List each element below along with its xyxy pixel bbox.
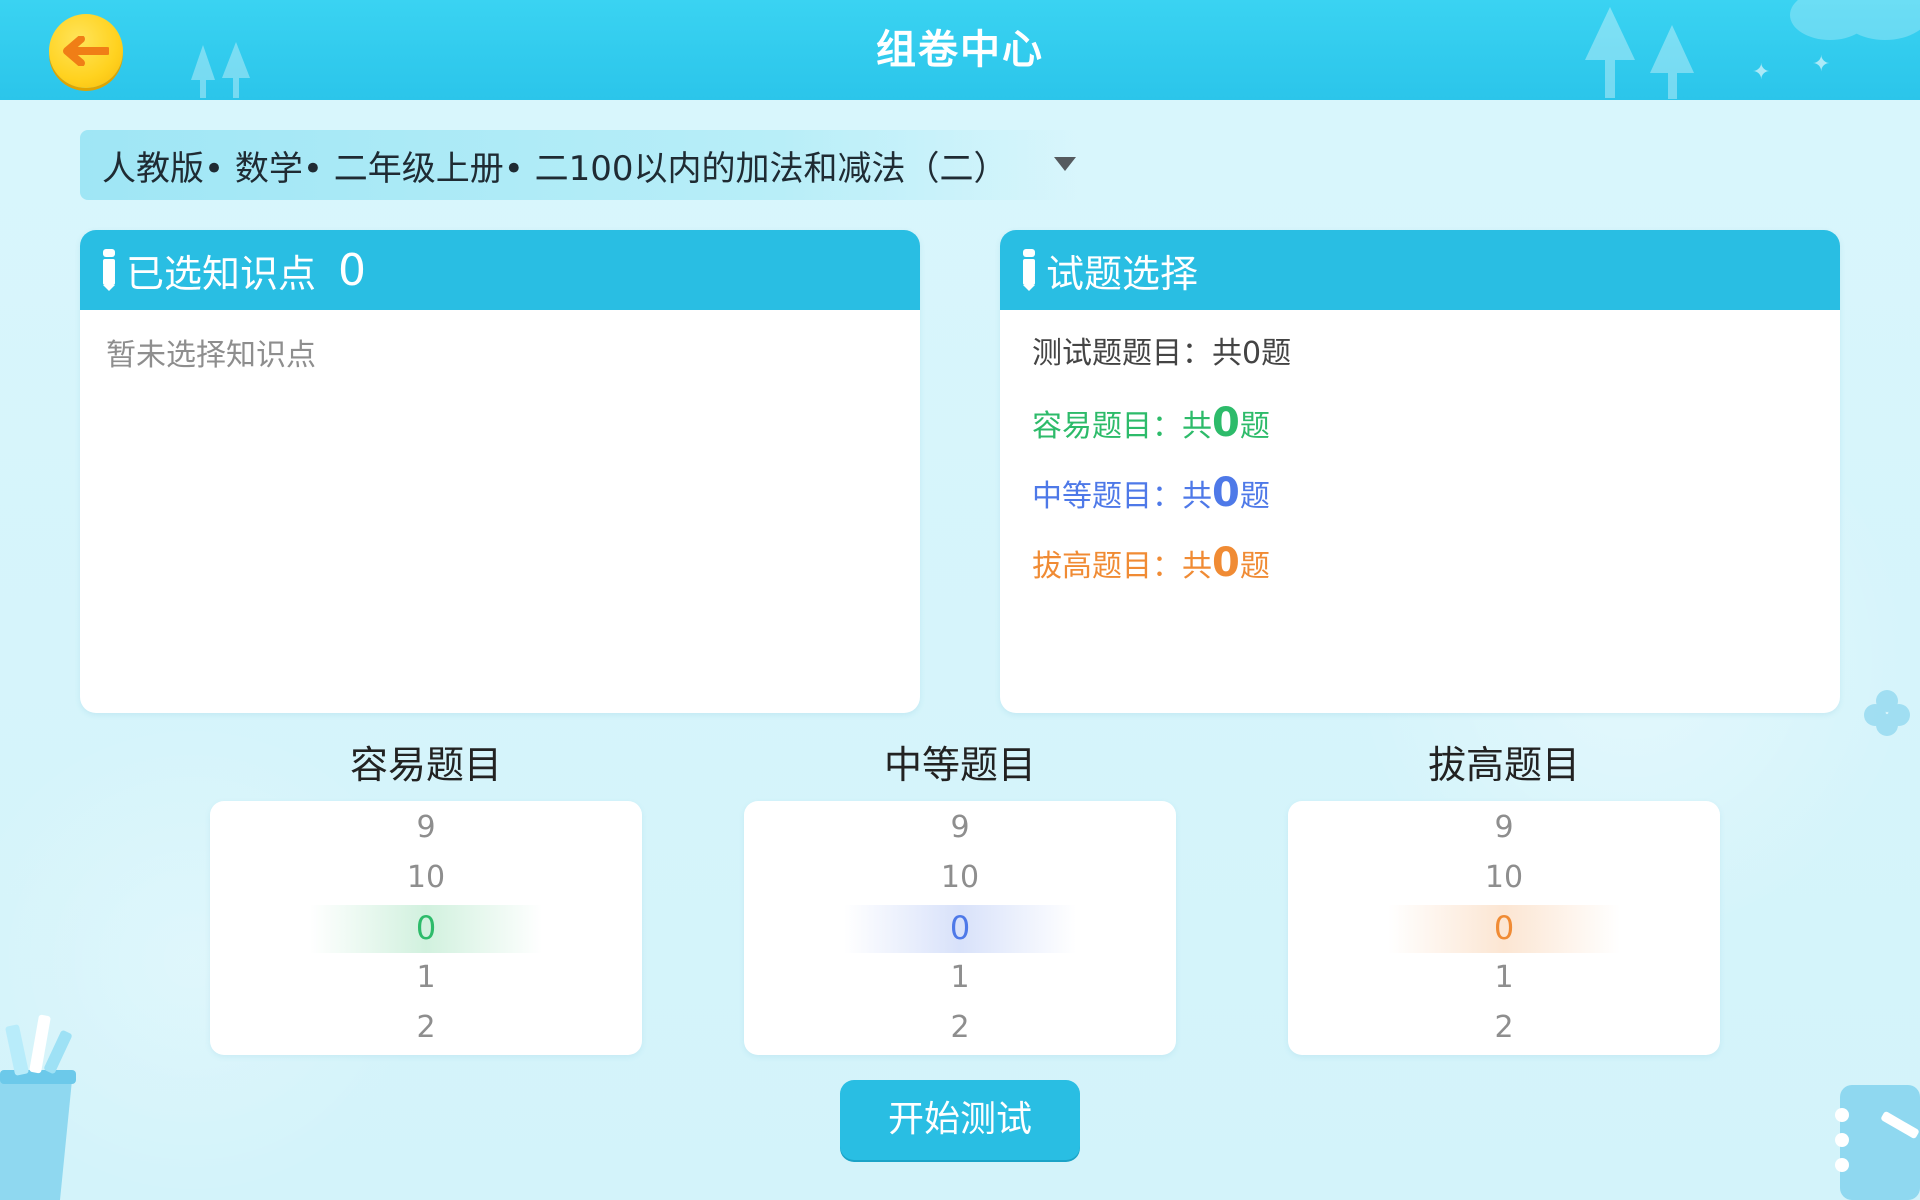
stat-prefix: 共	[1212, 336, 1242, 371]
stat-label: 测试题题目：	[1032, 336, 1212, 371]
picker-option-selected[interactable]: 0	[210, 903, 642, 953]
picker-option[interactable]: 10	[210, 853, 642, 903]
picker-option[interactable]: 2	[210, 1003, 642, 1053]
pencil-cup-decoration-icon	[0, 1014, 76, 1200]
stat-count: 0	[1212, 470, 1240, 516]
stat-count: 0	[1242, 336, 1262, 371]
picker-title: 拔高题目	[1427, 743, 1580, 787]
hard-question-picker: 拔高题目 9 10 0 1 2	[1288, 735, 1720, 1055]
picker-option-selected[interactable]: 0	[744, 903, 1176, 953]
stat-prefix: 共	[1182, 479, 1212, 514]
picker-option[interactable]: 1	[744, 953, 1176, 1003]
panel-header: 试题选择	[1000, 230, 1840, 310]
empty-knowledge-hint: 暂未选择知识点	[106, 338, 316, 373]
panel-header: 已选知识点 0	[80, 230, 920, 310]
medium-question-picker: 中等题目 9 10 0 1 2	[744, 735, 1176, 1055]
panel-title: 已选知识点	[126, 251, 317, 296]
easy-question-stat: 容易题目：共0题	[1032, 400, 1270, 446]
picker-title: 容易题目	[349, 743, 502, 787]
stat-label: 容易题目：	[1032, 409, 1182, 444]
selector-text: 人教版• 数学• 二年级上册• 二100以内的加法和减法（二）	[102, 148, 1008, 189]
pen-icon	[102, 248, 116, 292]
picker-option[interactable]: 9	[744, 803, 1176, 853]
picker-option[interactable]: 10	[1288, 853, 1720, 903]
stat-count: 0	[1212, 400, 1240, 446]
stat-prefix: 共	[1182, 409, 1212, 444]
start-test-button[interactable]: 开始测试	[840, 1080, 1080, 1160]
picker-option[interactable]: 2	[1288, 1003, 1720, 1053]
picker-option[interactable]: 9	[210, 803, 642, 853]
picker-option[interactable]: 1	[210, 953, 642, 1003]
stat-suffix: 题	[1239, 549, 1270, 584]
stat-label: 中等题目：	[1032, 479, 1182, 514]
picker-option[interactable]: 1	[1288, 953, 1720, 1003]
picker-option[interactable]: 10	[744, 853, 1176, 903]
caret-down-icon	[1054, 157, 1076, 171]
pen-icon	[1022, 248, 1036, 292]
stat-suffix: 题	[1239, 409, 1270, 444]
stat-count: 0	[1212, 540, 1240, 586]
knowledge-count: 0	[338, 244, 367, 296]
stat-label: 拔高题目：	[1032, 549, 1182, 584]
hard-question-stat: 拔高题目：共0题	[1032, 540, 1270, 586]
picker-option[interactable]: 9	[1288, 803, 1720, 853]
page-title: 组卷中心	[876, 27, 1044, 73]
panel-title: 试题选择	[1046, 251, 1199, 296]
textbook-chapter-selector[interactable]: 人教版• 数学• 二年级上册• 二100以内的加法和减法（二）	[80, 130, 1080, 200]
number-wheel[interactable]: 9 10 0 1 2	[210, 801, 642, 1055]
medium-question-stat: 中等题目：共0题	[1032, 470, 1270, 516]
easy-question-picker: 容易题目 9 10 0 1 2	[210, 735, 642, 1055]
number-wheel[interactable]: 9 10 0 1 2	[744, 801, 1176, 1055]
picker-option-selected[interactable]: 0	[1288, 903, 1720, 953]
stat-suffix: 题	[1261, 336, 1292, 371]
total-question-stat: 测试题题目：共0题	[1032, 328, 1291, 372]
notebook-decoration-icon	[1835, 1085, 1920, 1200]
picker-title: 中等题目	[883, 743, 1036, 787]
question-selection-panel: 试题选择 测试题题目：共0题 容易题目：共0题 中等题目：共0题 拔高题目：共0…	[1000, 230, 1840, 713]
selected-knowledge-panel: 已选知识点 0 暂未选择知识点	[80, 230, 920, 713]
clover-decoration-icon	[1864, 690, 1910, 736]
stat-suffix: 题	[1239, 479, 1270, 514]
picker-option[interactable]: 2	[744, 1003, 1176, 1053]
number-wheel[interactable]: 9 10 0 1 2	[1288, 801, 1720, 1055]
top-bar: ✦ ✦ 组卷中心	[0, 0, 1920, 100]
stat-prefix: 共	[1182, 549, 1212, 584]
